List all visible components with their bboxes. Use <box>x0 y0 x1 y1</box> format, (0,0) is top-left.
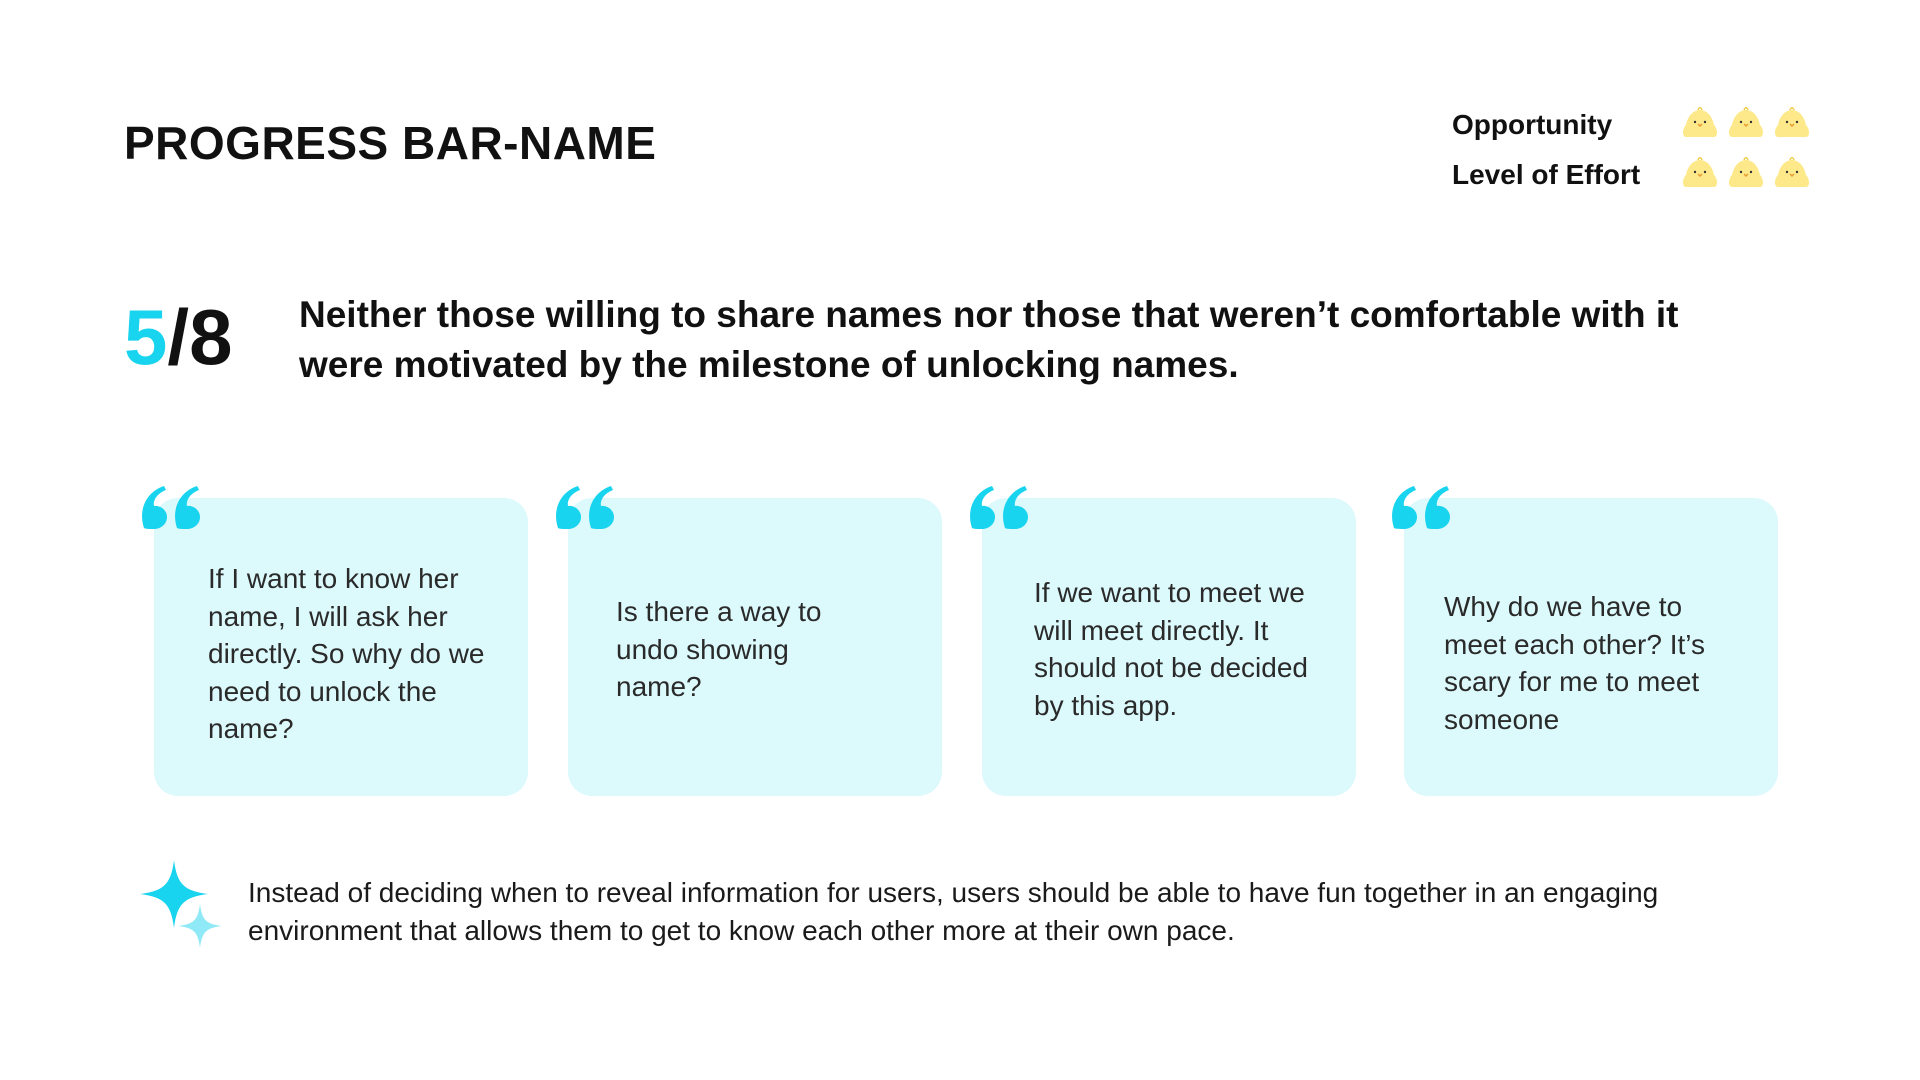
quote-mark-icon <box>968 484 1032 530</box>
insight-text: Instead of deciding when to reveal infor… <box>248 877 1659 946</box>
sparkle-icon <box>140 860 222 948</box>
ratio-separator: / <box>167 293 190 381</box>
rating-icons <box>1680 157 1812 193</box>
quote-text: If I want to know her name, I will ask h… <box>208 563 485 744</box>
page-title: PROGRESS BAR-NAME <box>124 117 657 169</box>
rating-label: Level of Effort <box>1452 159 1641 190</box>
chick-icon <box>1772 107 1812 143</box>
chick-icon <box>1726 107 1766 143</box>
rating-opportunity: Opportunity <box>1452 100 1812 150</box>
chick-icon <box>1772 157 1812 193</box>
quote-text: Is there a way to undo showing name? <box>616 596 822 702</box>
quote-text: If we want to meet we will meet directly… <box>1034 577 1308 721</box>
ratio-denominator: 8 <box>189 293 233 381</box>
chick-icon <box>1680 157 1720 193</box>
chick-icon <box>1680 107 1720 143</box>
quote-mark-icon <box>140 484 204 530</box>
rating-level-of-effort: Level of Effort <box>1452 150 1812 200</box>
ratings-panel: Opportunity Level of Effort <box>1452 100 1812 200</box>
rating-label: Opportunity <box>1452 109 1613 140</box>
participant-ratio: 5/8 <box>124 292 232 382</box>
quote-mark-icon <box>554 484 618 530</box>
chick-icon <box>1726 157 1766 193</box>
slide: PROGRESS BAR-NAME Opportunity Level of E… <box>0 0 1920 1080</box>
ratio-numerator: 5 <box>124 293 168 381</box>
quote-mark-icon <box>1390 484 1454 530</box>
finding-headline: Neither those willing to share names nor… <box>299 294 1679 385</box>
rating-icons <box>1680 107 1812 143</box>
quote-text: Why do we have to meet each other? It’s … <box>1444 591 1705 735</box>
